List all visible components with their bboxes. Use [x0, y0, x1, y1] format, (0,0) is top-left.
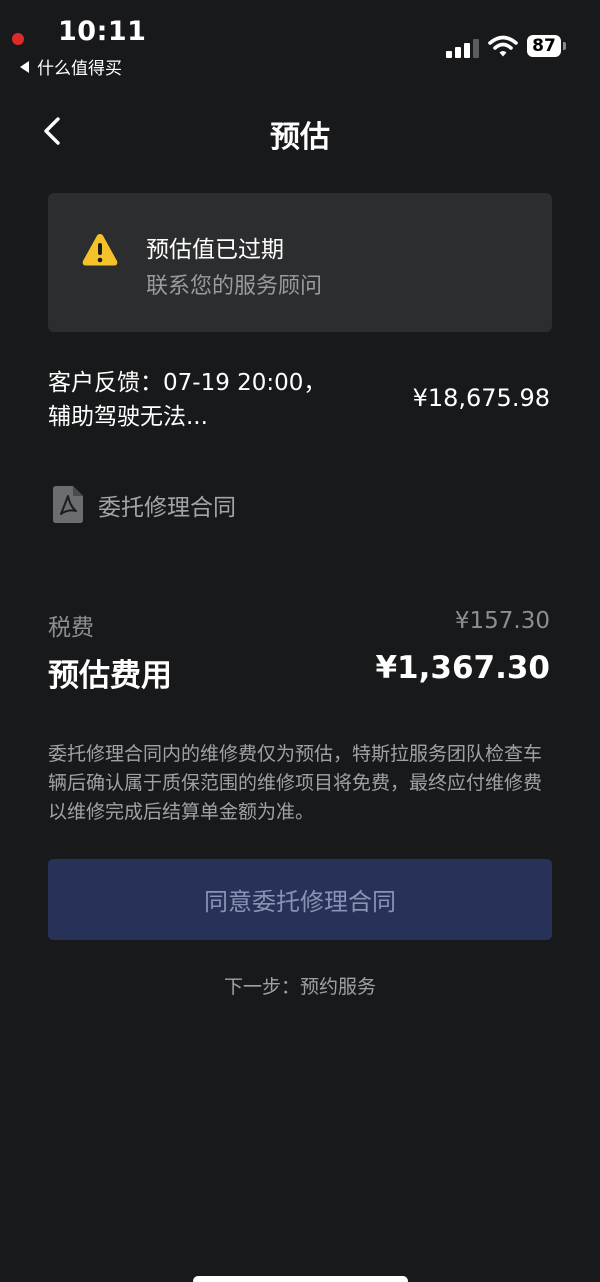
back-triangle-icon — [20, 60, 29, 73]
recording-dot-icon — [12, 33, 24, 45]
battery-level: 87 — [532, 36, 556, 56]
expired-estimate-card — [48, 193, 552, 332]
status-time: 10:11 — [58, 16, 147, 47]
signal-icon — [446, 38, 480, 58]
alert-subtitle: 联系您的服务顾问 — [146, 274, 323, 299]
tax-label: 税费 — [48, 615, 94, 641]
estimated-cost-label: 预估费用 — [48, 658, 172, 694]
page-title: 预估 — [270, 120, 330, 155]
alert-title: 预估值已过期 — [146, 237, 284, 263]
pdf-icon[interactable] — [53, 486, 83, 523]
feedback-amount: ¥18,675.98 — [412, 384, 550, 412]
agree-contract-button[interactable]: 同意委托修理合同 — [48, 859, 552, 940]
battery-icon: 87 — [527, 35, 561, 57]
tax-value: ¥157.30 — [454, 608, 550, 634]
agree-contract-button-label: 同意委托修理合同 — [204, 888, 396, 916]
back-to-app-link[interactable]: 什么值得买 — [20, 54, 122, 79]
battery-tip — [563, 42, 566, 50]
repair-contract-link[interactable]: 委托修理合同 — [98, 488, 236, 522]
wifi-icon — [488, 35, 518, 57]
disclaimer-text: 委托修理合同内的维修费仅为预估，特斯拉服务团队检查车辆后确认属于质保范围的维修项… — [48, 743, 543, 823]
back-chevron-icon[interactable] — [38, 116, 68, 146]
warning-icon — [82, 234, 118, 266]
estimated-cost-value: ¥1,367.30 — [375, 650, 550, 686]
back-app-label: 什么值得买 — [37, 59, 122, 79]
next-step-hint: 下一步：预约服务 — [223, 976, 376, 998]
home-indicator[interactable] — [193, 1276, 408, 1282]
customer-feedback-text[interactable]: 客户反馈：07-19 20:00，辅助驾驶无法... — [48, 366, 348, 434]
